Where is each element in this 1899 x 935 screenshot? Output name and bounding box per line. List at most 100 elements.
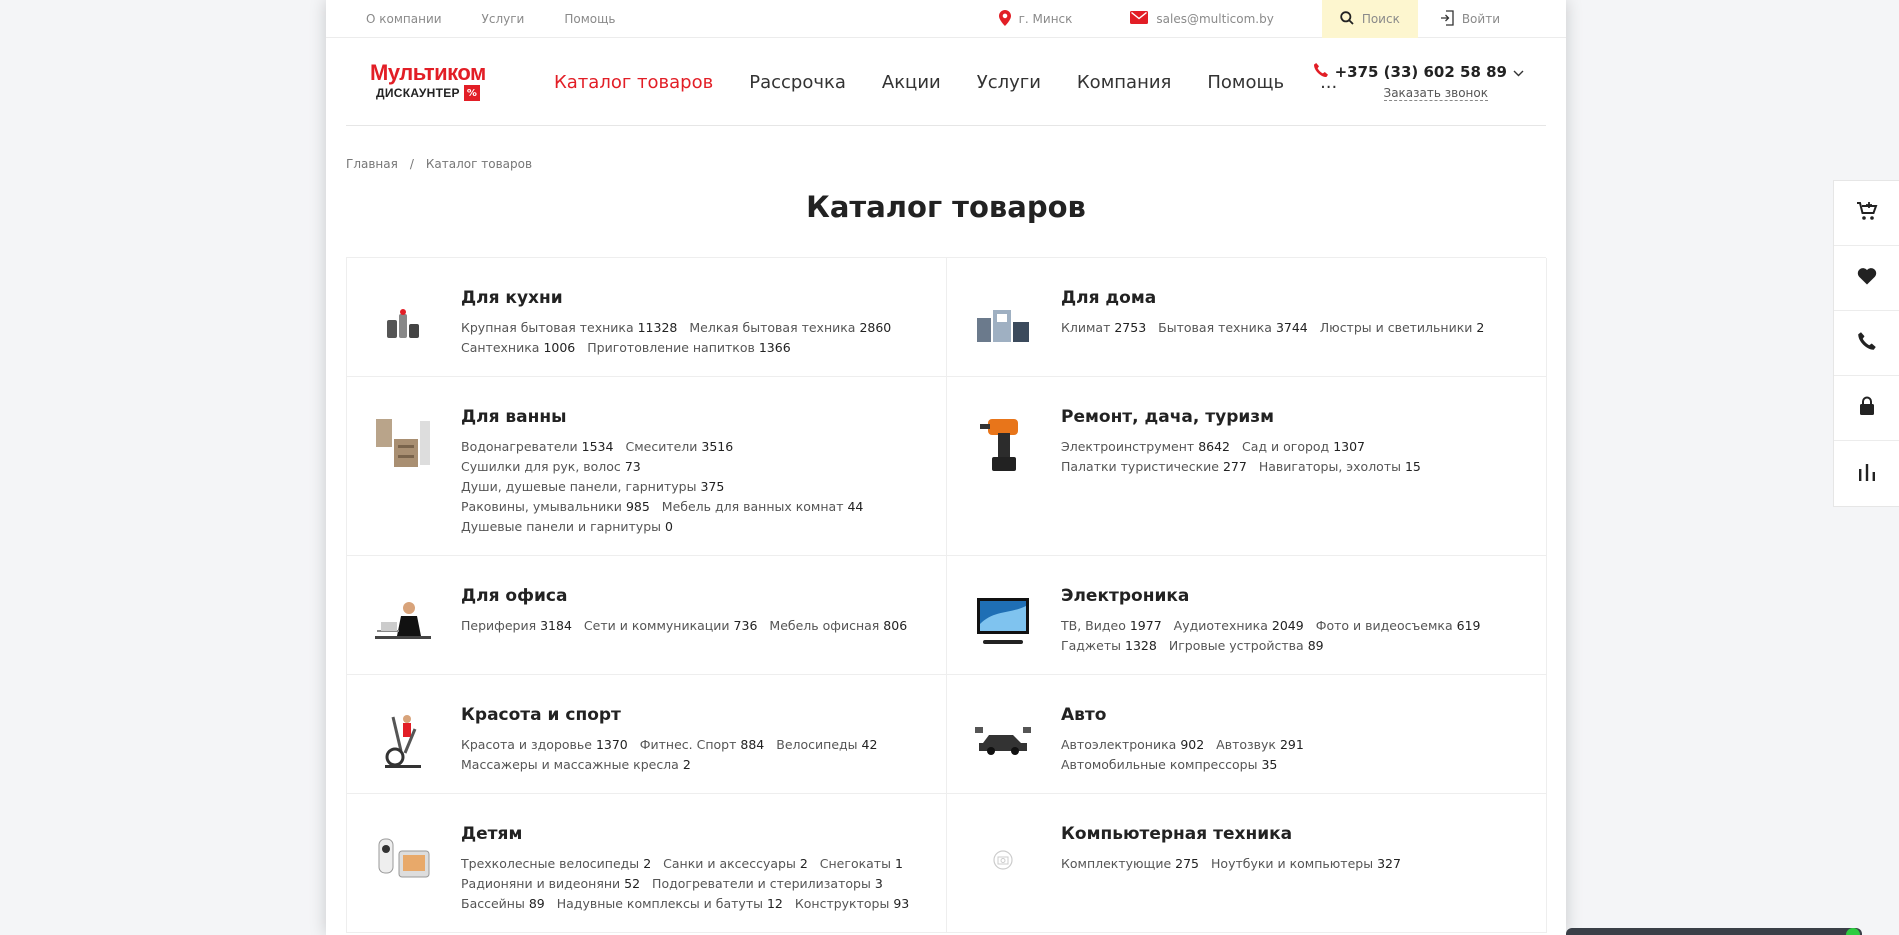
subcategory-link[interactable]: Надувные комплексы и батуты 12 (557, 894, 783, 914)
kitchen-appliances-icon[interactable] (371, 292, 435, 356)
tv-icon[interactable] (971, 590, 1035, 654)
phone-dropdown[interactable]: +375 (33) 602 58 89 (1313, 62, 1524, 82)
subcategory-link[interactable]: Палатки туристические 277 (1061, 457, 1247, 477)
subcategory-link[interactable]: Сети и коммуникации 736 (584, 616, 757, 636)
subcategory-link[interactable]: Мелкая бытовая техника 2860 (689, 318, 891, 338)
side-account-button[interactable] (1834, 376, 1899, 441)
catalog-category: Для ванны Водонагреватели 1534 Смесители 351… (347, 377, 947, 556)
nav-services[interactable]: Услуги (977, 72, 1041, 93)
category-title[interactable]: Электроника (1061, 586, 1522, 606)
subcategory-link[interactable]: Крупная бытовая техника 11328 (461, 318, 677, 338)
subcategory-link[interactable]: Автозвук 291 (1216, 735, 1304, 755)
subcategory-link[interactable]: Сад и огород 1307 (1242, 437, 1365, 457)
category-title[interactable]: Для офиса (461, 586, 922, 606)
nav-help[interactable]: Помощь (1207, 72, 1284, 93)
subcategory-link[interactable]: Водонагреватели 1534 (461, 437, 613, 457)
subcategory-link[interactable]: Ноутбуки и компьютеры 327 (1211, 854, 1401, 874)
subcategory-link[interactable]: Мебель офисная 806 (769, 616, 907, 636)
subcategory-link[interactable]: Люстры и светильники 2 (1320, 318, 1485, 338)
subcategory-link[interactable]: Аудиотехника 2049 (1174, 616, 1304, 636)
subcategory-name: Фото и видеосъемка (1315, 618, 1453, 633)
bathroom-furniture-icon[interactable] (371, 411, 435, 475)
subcategory-link[interactable]: Электроинструмент 8642 (1061, 437, 1230, 457)
subcategory-link[interactable]: Конструкторы 93 (795, 894, 909, 914)
nav-installments[interactable]: Рассрочка (749, 72, 846, 93)
subcategory-count: 736 (733, 618, 758, 633)
subcategory-link[interactable]: Радионяни и видеоняни 52 (461, 874, 640, 894)
subcategory-count: 1006 (543, 340, 576, 355)
subcategory-link[interactable]: Душевые панели и гарнитуры 0 (461, 517, 673, 537)
subcategory-name: Бассейны (461, 896, 525, 911)
subcategory-link[interactable]: Трехколесные велосипеды 2 (461, 854, 651, 874)
catalog-category: Авто Автоэлектроника 902 Автозвук 291Автомоб… (947, 675, 1547, 794)
nav-promotions[interactable]: Акции (882, 72, 941, 93)
subcategory-link[interactable]: Фитнес. Спорт 884 (640, 735, 764, 755)
category-title[interactable]: Красота и спорт (461, 705, 922, 725)
subcategory-link[interactable]: Гаджеты 1328 (1061, 636, 1157, 656)
side-favorites-button[interactable] (1834, 246, 1899, 311)
category-title[interactable]: Для ванны (461, 407, 922, 427)
subcategory-link[interactable]: Смесители 3516 (625, 437, 733, 457)
subcategory-link[interactable]: ТВ, Видео 1977 (1061, 616, 1162, 636)
category-title[interactable]: Авто (1061, 705, 1522, 725)
logo-wordmark: Мультиком (370, 60, 486, 85)
category-title[interactable]: Компьютерная техника (1061, 824, 1522, 844)
callback-link[interactable]: Заказать звонок (1383, 86, 1488, 101)
side-call-button[interactable] (1834, 311, 1899, 376)
subcategory-link[interactable]: Велосипеды 42 (776, 735, 877, 755)
subcategory-link[interactable]: Мебель для ванных комнат 44 (662, 497, 864, 517)
subcategory-link[interactable]: Автоэлектроника 902 (1061, 735, 1204, 755)
subcategory-link[interactable]: Периферия 3184 (461, 616, 572, 636)
main-nav: Каталог товаров Рассрочка Акции Услуги К… (554, 38, 1337, 126)
elliptical-trainer-icon[interactable] (371, 709, 435, 773)
subcategory-link[interactable]: Массажеры и массажные кресла 2 (461, 755, 691, 775)
placeholder-image-icon[interactable] (971, 828, 1035, 892)
subcategory-link[interactable]: Приготовление напитков 1366 (587, 338, 790, 358)
side-compare-button[interactable] (1834, 441, 1899, 506)
subcategory-link[interactable]: Санки и аксессуары 2 (663, 854, 808, 874)
subcategory-count: 2 (1476, 320, 1485, 335)
subcategory-name: Навигаторы, эхолоты (1258, 459, 1401, 474)
subcategory-link[interactable]: Комплектующие 275 (1061, 854, 1199, 874)
subcategory-link[interactable]: Автомобильные компрессоры 35 (1061, 755, 1277, 775)
login-button[interactable]: Войти (1440, 0, 1500, 38)
subcategory-link[interactable]: Бытовая техника 3744 (1158, 318, 1308, 338)
subcategory-count: 884 (740, 737, 765, 752)
subcategory-link[interactable]: Игровые устройства 89 (1169, 636, 1324, 656)
subcategory-link[interactable]: Души, душевые панели, гарнитуры 375 (461, 477, 724, 497)
city-selector[interactable]: г. Минск (998, 0, 1072, 38)
subcategory-link[interactable]: Подогреватели и стерилизаторы 3 (652, 874, 883, 894)
subcategory-count: 89 (1307, 638, 1324, 653)
office-worker-icon[interactable] (371, 590, 435, 654)
drill-icon[interactable] (971, 411, 1035, 475)
category-title[interactable]: Для кухни (461, 288, 922, 308)
logo-subline: ДИСКАУНТЕР % (370, 85, 496, 101)
top-link-services[interactable]: Услуги (482, 12, 525, 26)
category-title[interactable]: Детям (461, 824, 922, 844)
subcategory-link[interactable]: Бассейны 89 (461, 894, 545, 914)
chat-widget-bar[interactable] (1566, 928, 1862, 935)
home-appliances-icon[interactable] (971, 292, 1035, 356)
subcategory-link[interactable]: Фото и видеосъемка 619 (1316, 616, 1481, 636)
breadcrumb-home[interactable]: Главная (346, 157, 398, 171)
subcategory-link[interactable]: Сантехника 1006 (461, 338, 575, 358)
email-link[interactable]: sales@multicom.by (1130, 0, 1274, 38)
logo[interactable]: Мультиком ДИСКАУНТЕР % (370, 62, 496, 104)
subcategory-link[interactable]: Красота и здоровье 1370 (461, 735, 628, 755)
top-link-about[interactable]: О компании (366, 12, 442, 26)
side-cart-button[interactable] (1834, 181, 1899, 246)
search-button[interactable]: Поиск (1321, 0, 1418, 38)
baby-monitor-icon[interactable] (371, 828, 435, 892)
subcategory-link[interactable]: Сушилки для рук, волос 73 (461, 457, 641, 477)
subcategory-link[interactable]: Навигаторы, эхолоты 15 (1259, 457, 1421, 477)
subcategory-link[interactable]: Раковины, умывальники 985 (461, 497, 650, 517)
car-parts-icon[interactable] (971, 709, 1035, 773)
catalog-category: Электроника ТВ, Видео 1977 Аудиотехника 2049… (947, 556, 1547, 675)
category-title[interactable]: Для дома (1061, 288, 1522, 308)
category-title[interactable]: Ремонт, дача, туризм (1061, 407, 1522, 427)
subcategory-link[interactable]: Климат 2753 (1061, 318, 1146, 338)
nav-company[interactable]: Компания (1077, 72, 1171, 93)
top-link-help[interactable]: Помощь (564, 12, 615, 26)
subcategory-link[interactable]: Снегокаты 1 (820, 854, 903, 874)
nav-catalog[interactable]: Каталог товаров (554, 72, 713, 93)
